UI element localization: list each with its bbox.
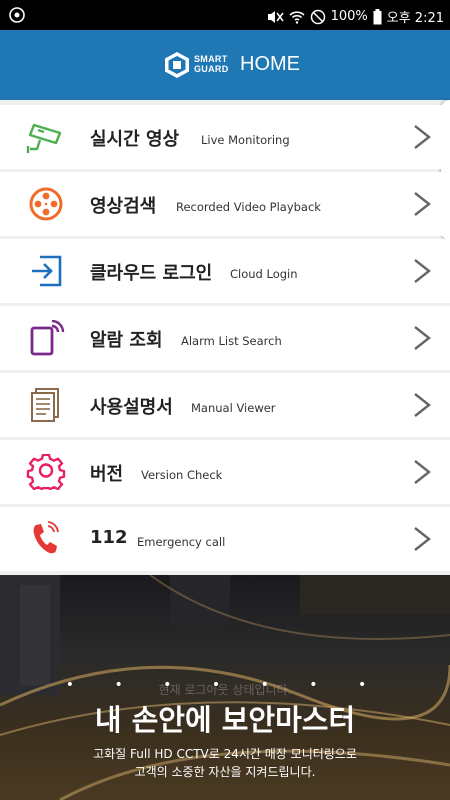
chevron-right-icon [414, 460, 431, 484]
logo-text: SMART GUARD [194, 54, 229, 74]
smart-guard-logo-icon [165, 52, 189, 78]
clock: 오후 2:21 [386, 11, 444, 26]
chevron-right-icon [414, 192, 431, 216]
document-icon [31, 388, 59, 422]
menu-item-version-check[interactable]: 버전 Version Check [0, 440, 450, 504]
status-bar: 100% 오후 2:21 [0, 0, 450, 30]
menu-item-sublabel: Alarm List Search [181, 334, 282, 348]
menu-item-label: 112 [90, 527, 128, 548]
page-indicator: • • • • • • • [65, 677, 385, 693]
film-reel-icon [29, 187, 63, 221]
chevron-right-icon [414, 125, 431, 149]
menu-item-label: 알람 조회 [90, 330, 163, 351]
menu-item-label: 버전 [90, 464, 124, 485]
promo-banner: 현재 로그아웃 상태입니다. • • • • • • • 내 손안에 보안마스터… [0, 575, 450, 800]
menu-item-sublabel: Live Monitoring [201, 133, 290, 147]
menu-item-emergency-call[interactable]: 112 Emergency call [0, 507, 450, 571]
chevron-right-icon [414, 259, 431, 283]
mute-icon [267, 10, 284, 23]
menu-item-label: 클라우드 로그인 [90, 263, 213, 284]
banner-title: 내 손안에 보안마스터 [94, 703, 356, 737]
phone-icon [33, 521, 59, 554]
menu-item-recorded-video[interactable]: 영상검색 Recorded Video Playback [0, 172, 450, 236]
chevron-right-icon [414, 527, 431, 551]
gear-icon [26, 454, 66, 490]
menu-item-label: 영상검색 [90, 196, 157, 217]
menu-item-sublabel: Emergency call [137, 535, 226, 549]
logo-line1: SMART [194, 54, 228, 64]
menu-item-sublabel: Manual Viewer [191, 401, 276, 415]
menu-item-manual-viewer[interactable]: 사용설명서 Manual Viewer [0, 373, 450, 437]
do-not-disturb-icon [310, 9, 325, 24]
banner-subtitle-line2: 고객의 소중한 자산을 지켜드립니다. [134, 765, 316, 779]
menu-item-label: 사용설명서 [90, 397, 173, 418]
battery-percent: 100% [330, 9, 368, 24]
menu-item-cloud-login[interactable]: 클라우드 로그인 Cloud Login [0, 239, 450, 303]
chevron-right-icon [414, 326, 431, 350]
menu-item-label: 실시간 영상 [90, 129, 180, 150]
cctv-camera-icon [26, 123, 62, 153]
menu-item-live-monitoring[interactable]: 실시간 영상 Live Monitoring [0, 105, 450, 169]
menu-item-alarm-list[interactable]: 알람 조회 Alarm List Search [0, 306, 450, 370]
menu-item-sublabel: Version Check [141, 468, 223, 482]
chevron-right-icon [414, 393, 431, 417]
tablet-alarm-icon [30, 320, 65, 356]
login-icon [32, 255, 62, 287]
battery-icon [373, 8, 382, 24]
banner-subtitle-line1: 고화질 Full HD CCTV로 24시간 매장 모니터링으로 [93, 747, 357, 761]
logo-line2: GUARD [194, 64, 229, 74]
menu-item-sublabel: Recorded Video Playback [176, 200, 321, 214]
app-notification-icon [9, 7, 25, 23]
menu-item-sublabel: Cloud Login [230, 267, 298, 281]
wifi-icon [289, 10, 305, 24]
page-title: HOME [240, 53, 300, 75]
